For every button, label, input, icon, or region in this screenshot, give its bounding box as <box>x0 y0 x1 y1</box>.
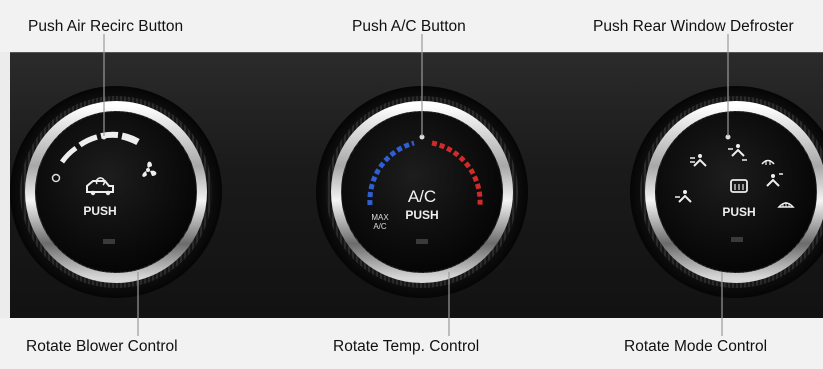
temp-indicator-led <box>416 239 428 244</box>
temp-max-ac-text: A/C <box>373 222 387 231</box>
temp-max-text: MAX <box>371 213 389 222</box>
blower-indicator-led <box>103 239 115 244</box>
hvac-controls: PUSH A/C PUSH MAX A/C PUSH <box>10 34 823 336</box>
blower-push-text: PUSH <box>83 204 116 218</box>
temp-push-text: PUSH <box>405 208 438 222</box>
mode-indicator-led <box>731 237 743 242</box>
temp-ac-text[interactable]: A/C <box>408 187 436 206</box>
mode-knob[interactable]: PUSH <box>630 86 823 298</box>
blower-knob[interactable]: PUSH <box>10 86 222 298</box>
mode-push-text: PUSH <box>722 205 755 219</box>
